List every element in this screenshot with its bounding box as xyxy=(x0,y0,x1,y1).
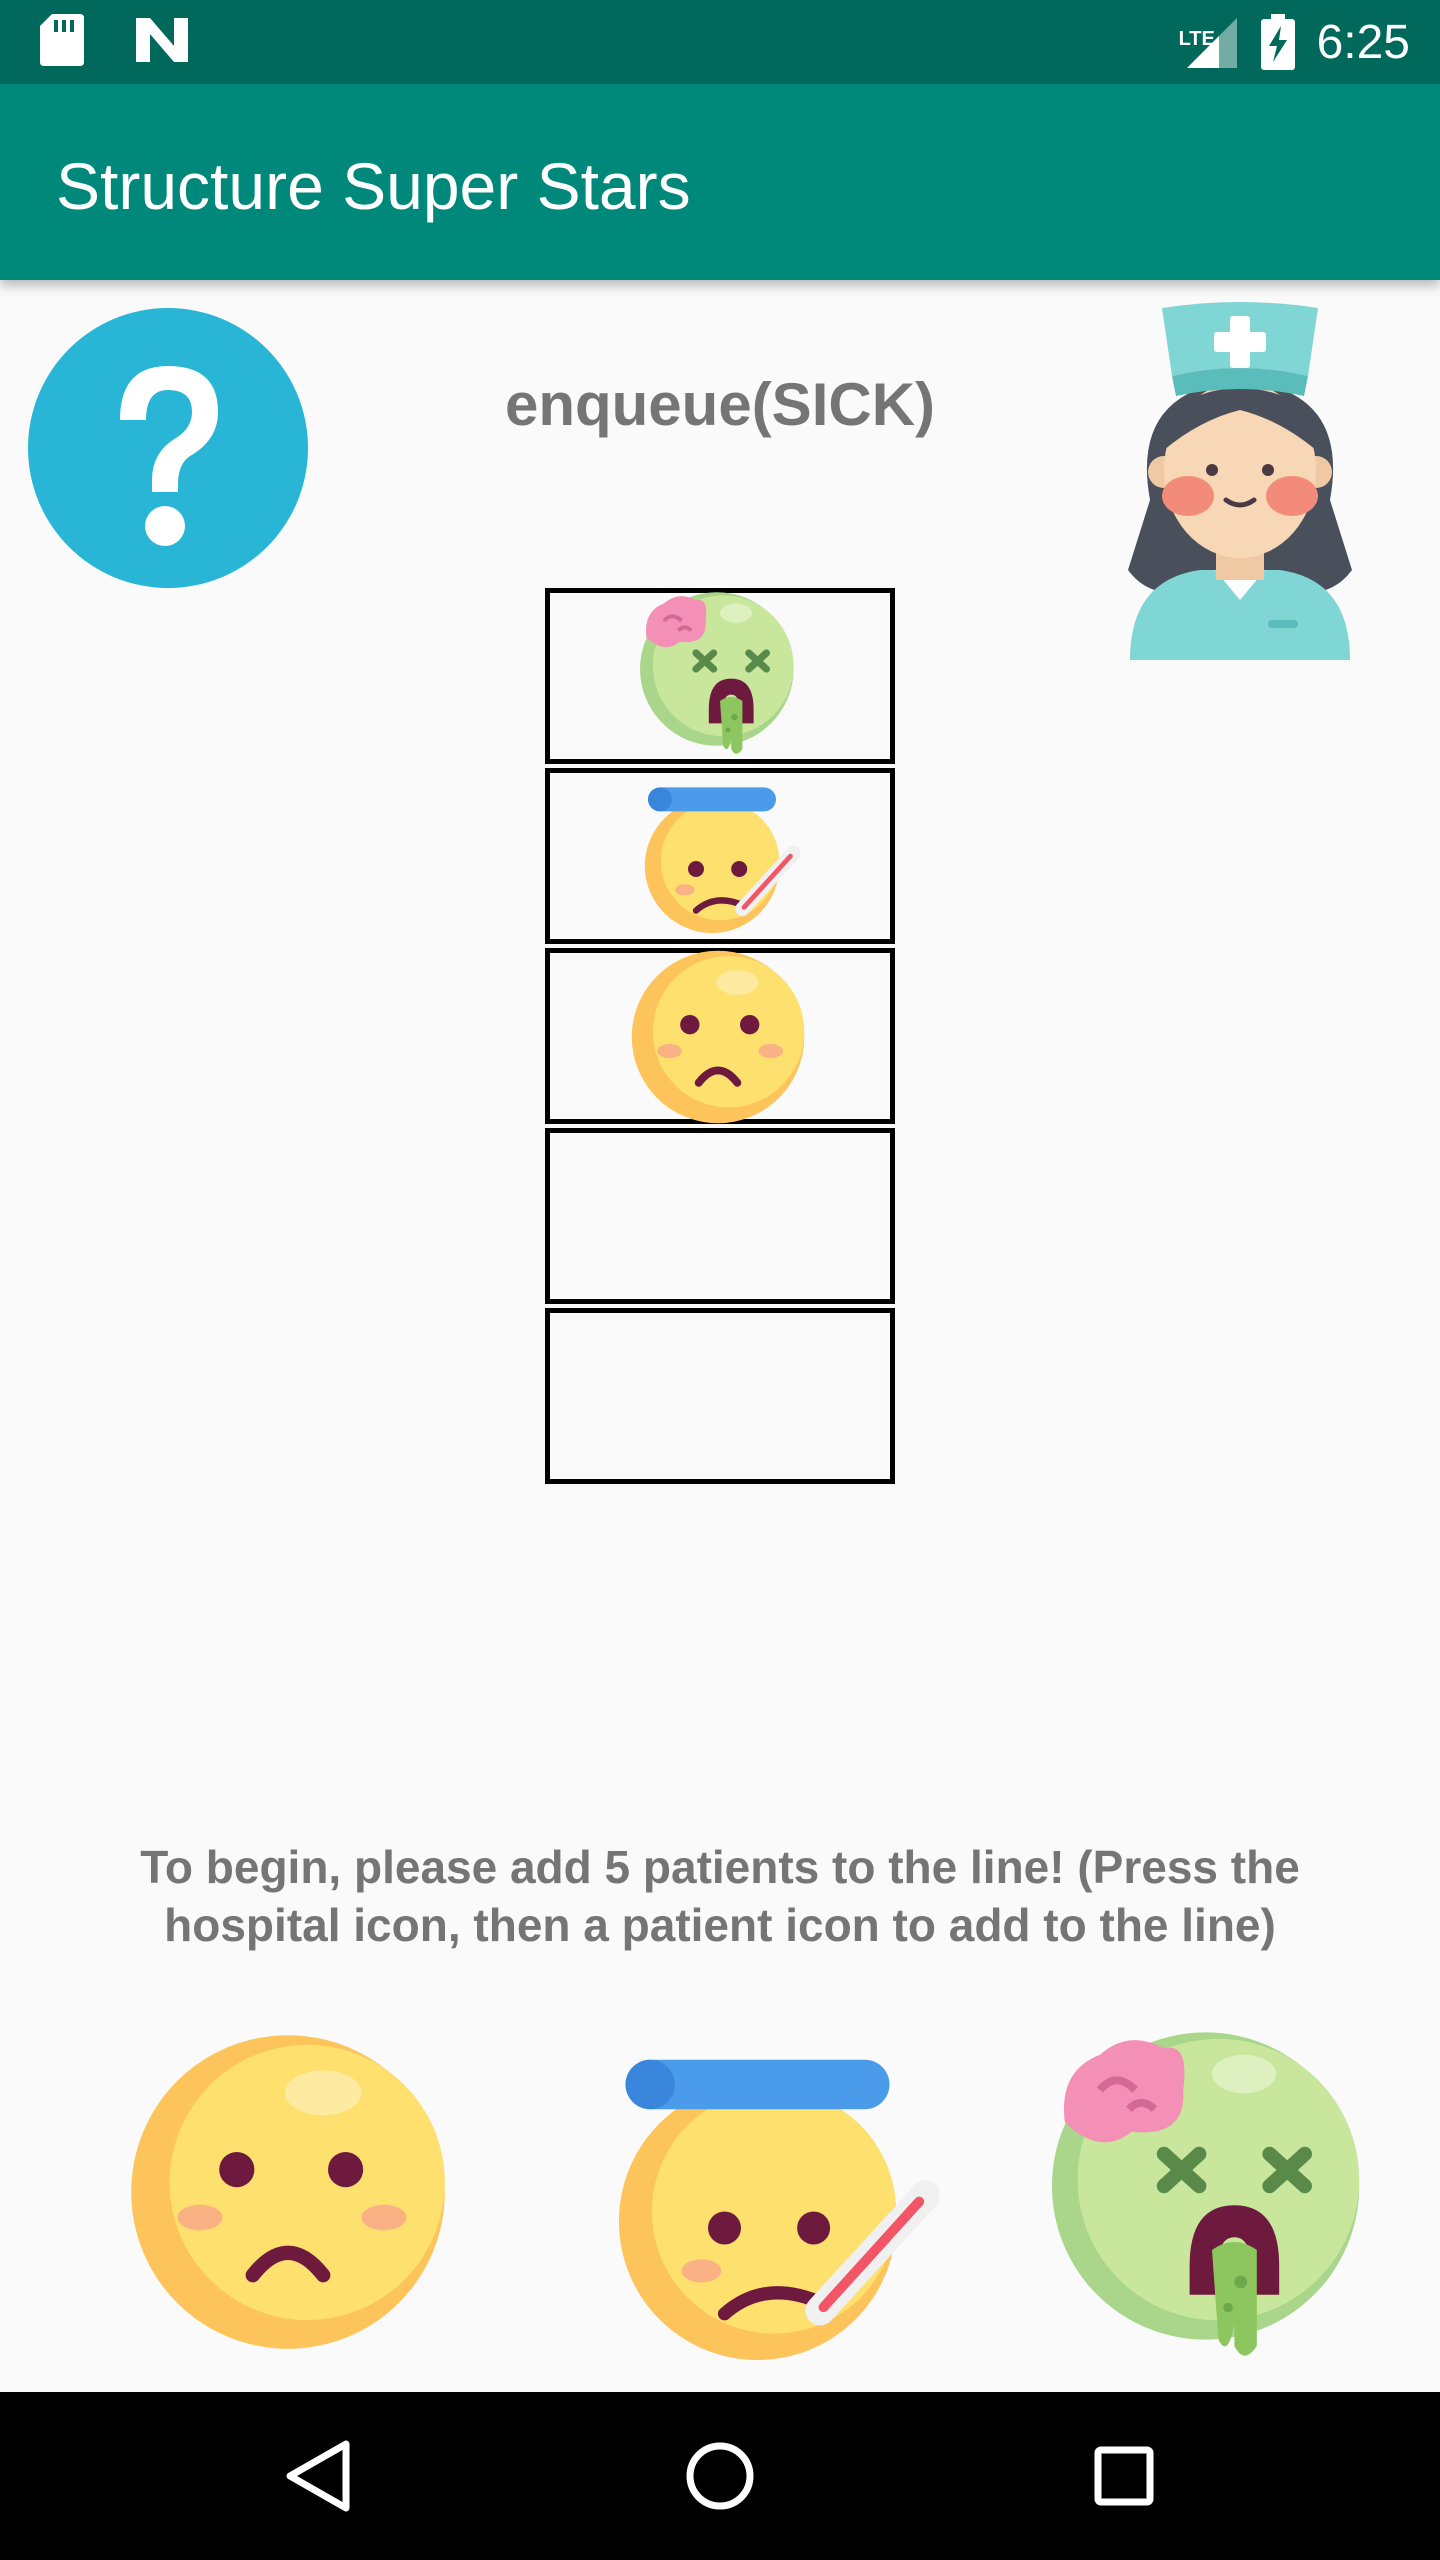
zombie-face-icon xyxy=(640,587,800,767)
operation-label: enqueue(SICK) xyxy=(504,371,936,438)
sick-face-icon xyxy=(630,949,806,1125)
queue-slot-1 xyxy=(545,588,895,764)
queue-slot-4 xyxy=(545,1128,895,1304)
signal-icon: LTE xyxy=(1179,14,1239,70)
app-bar: Structure Super Stars xyxy=(0,84,1440,280)
n-notification-icon xyxy=(136,18,188,62)
sick-patient-button[interactable] xyxy=(128,2032,448,2352)
queue-slot-5 xyxy=(545,1308,895,1484)
recents-icon[interactable] xyxy=(1074,2426,1174,2526)
home-icon[interactable] xyxy=(670,2426,770,2526)
patient-queue xyxy=(545,588,895,1484)
help-button[interactable] xyxy=(28,308,308,588)
queue-slot-2 xyxy=(545,768,895,944)
fever-face-icon xyxy=(630,773,810,933)
queue-slot-3 xyxy=(545,948,895,1124)
status-bar: LTE 6:25 xyxy=(0,0,1440,84)
status-time: 6:25 xyxy=(1316,15,1410,69)
battery-charging-icon xyxy=(1260,14,1295,70)
zombie-patient-button[interactable] xyxy=(1052,2026,1372,2378)
sd-card-icon xyxy=(40,14,84,66)
fever-patient-button[interactable] xyxy=(596,2030,952,2360)
app-title: Structure Super Stars xyxy=(56,149,691,223)
back-icon[interactable] xyxy=(266,2426,366,2526)
nurse-icon[interactable] xyxy=(1090,300,1390,670)
navigation-bar xyxy=(0,2392,1440,2560)
instructions-text: To begin, please add 5 patients to the l… xyxy=(140,1841,1300,1951)
